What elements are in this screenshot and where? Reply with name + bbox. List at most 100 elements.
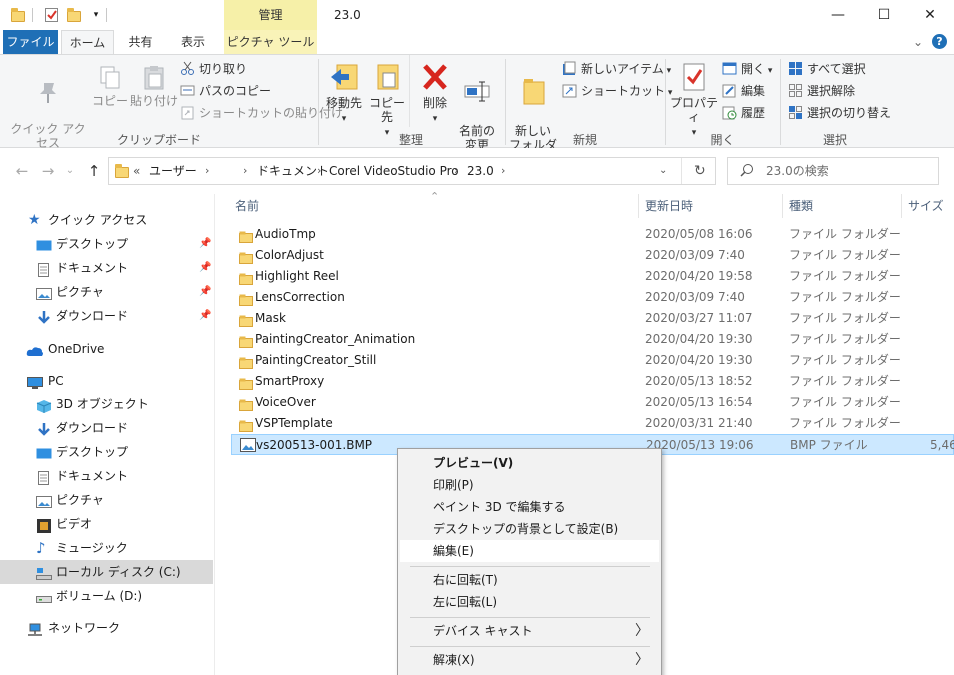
forward-arrow-icon[interactable]: → <box>38 161 58 181</box>
column-header-size[interactable]: サイズ <box>908 194 944 218</box>
nav-pictures[interactable]: ピクチャ <box>0 488 213 512</box>
close-button[interactable]: ✕ <box>907 0 953 30</box>
nav-videos[interactable]: ビデオ <box>0 512 213 536</box>
pin-icon[interactable]: 📌 <box>199 280 211 304</box>
menu-item-edit-paint3d[interactable]: ペイント 3D で編集する <box>400 496 659 518</box>
back-arrow-icon[interactable]: ← <box>12 161 32 181</box>
table-row[interactable]: PaintingCreator_Animation 2020/04/20 19:3… <box>231 329 954 350</box>
chevron-right-icon[interactable]: › <box>454 158 458 184</box>
table-row[interactable]: ColorAdjust 2020/03/09 7:40 ファイル フォルダー <box>231 245 954 266</box>
cloud-icon <box>26 342 43 356</box>
nav-qa-documents[interactable]: ドキュメント 📌 <box>0 256 213 280</box>
new-item-button[interactable]: 新しいアイテム ▾ <box>562 59 671 79</box>
table-row[interactable]: PaintingCreator_Still 2020/04/20 19:30 ファイ… <box>231 350 954 371</box>
shortcut-button[interactable]: ショートカット ▾ <box>562 81 672 101</box>
menu-item-preview[interactable]: プレビュー(V) <box>400 452 659 474</box>
table-row[interactable]: Mask 2020/03/27 11:07 ファイル フォルダー <box>231 308 954 329</box>
table-row[interactable]: Highlight Reel 2020/04/20 19:58 ファイル フォルダー <box>231 266 954 287</box>
recent-locations-icon[interactable]: ⌄ <box>60 161 80 181</box>
chevron-right-icon[interactable]: › <box>243 158 247 184</box>
menu-item-print[interactable]: 印刷(P) <box>400 474 659 496</box>
chevron-down-icon[interactable]: ⌄ <box>659 158 667 184</box>
nav-qa-pictures[interactable]: ピクチャ 📌 <box>0 280 213 304</box>
cut-button[interactable]: 切り取り <box>180 59 247 79</box>
nav-qa-desktop[interactable]: デスクトップ 📌 <box>0 232 213 256</box>
copy-button[interactable]: コピー <box>92 65 128 108</box>
table-row[interactable]: SmartProxy 2020/05/13 18:52 ファイル フォルダー <box>231 371 954 392</box>
nav-desktop[interactable]: デスクトップ <box>0 440 213 464</box>
tab-share[interactable]: 共有 <box>118 30 163 54</box>
breadcrumb-users[interactable]: ユーザー <box>149 158 197 184</box>
properties-button[interactable]: プロパティ ▾ <box>669 61 719 140</box>
breadcrumb-overflow[interactable]: « <box>133 158 140 184</box>
menu-item-rotate-left[interactable]: 左に回転(L) <box>400 591 659 613</box>
properties-check-icon[interactable] <box>44 7 60 23</box>
chevron-right-icon[interactable]: › <box>501 158 505 184</box>
tab-view[interactable]: 表示 <box>168 30 218 54</box>
tab-home[interactable]: ホーム <box>61 30 114 54</box>
menu-item-rotate-right[interactable]: 右に回転(T) <box>400 569 659 591</box>
open-button[interactable]: 開く ▾ <box>722 59 772 79</box>
nav-volume-d[interactable]: ボリューム (D:) <box>0 584 213 608</box>
pin-icon[interactable]: 📌 <box>199 232 211 256</box>
nav-label: ボリューム (D:) <box>56 589 143 603</box>
menu-item-set-desktop-background[interactable]: デスクトップの背景として設定(B) <box>400 518 659 540</box>
pin-icon[interactable]: 📌 <box>199 256 211 280</box>
column-divider[interactable] <box>638 194 639 218</box>
table-row[interactable]: AudioTmp 2020/05/08 16:06 ファイル フォルダー <box>231 224 954 245</box>
tab-picture-tools[interactable]: ピクチャ ツール <box>224 30 317 54</box>
chevron-right-icon[interactable]: › <box>317 158 321 184</box>
submenu-arrow-icon: 〉 <box>635 652 649 668</box>
table-row[interactable]: LensCorrection 2020/03/09 7:40 ファイル フォルダー <box>231 287 954 308</box>
customize-toolbar-icon[interactable]: ▾ <box>88 7 104 23</box>
maximize-button[interactable]: ☐ <box>861 0 907 30</box>
menu-item-edit[interactable]: 編集(E) <box>400 540 659 562</box>
tab-file[interactable]: ファイル <box>3 30 58 54</box>
column-header-date[interactable]: 更新日時 <box>645 194 693 218</box>
help-icon[interactable]: ? <box>932 34 947 49</box>
file-name: Mask <box>255 311 286 325</box>
copy-to-button[interactable]: コピー先 ▾ <box>366 61 408 140</box>
nav-music[interactable]: ♪ ミュージック <box>0 536 213 560</box>
refresh-icon[interactable]: ↻ <box>694 158 706 184</box>
search-input[interactable]: 23.0の検索 <box>727 157 939 185</box>
paste-button[interactable]: 貼り付け <box>130 65 178 108</box>
table-row[interactable]: VoiceOver 2020/05/13 16:54 ファイル フォルダー <box>231 392 954 413</box>
nav-pc[interactable]: PC <box>0 369 213 393</box>
collapse-ribbon-icon[interactable]: ⌄ <box>910 34 926 50</box>
breadcrumb-corel[interactable]: Corel VideoStudio Pro <box>329 158 459 184</box>
table-row[interactable]: VSPTemplate 2020/03/31 21:40 ファイル フォルダー <box>231 413 954 434</box>
menu-item-cast-to-device[interactable]: デバイス キャスト 〉 <box>400 620 659 642</box>
copy-to-icon <box>377 64 399 90</box>
column-header-type[interactable]: 種類 <box>789 194 813 218</box>
nav-local-disk-c[interactable]: ローカル ディスク (C:) <box>0 560 213 584</box>
pin-icon[interactable]: 📌 <box>199 304 211 328</box>
move-to-button[interactable]: 移動先 ▾ <box>322 61 366 126</box>
menu-item-extract[interactable]: 解凍(X) 〉 <box>400 649 659 671</box>
history-button[interactable]: 履歴 <box>722 103 765 123</box>
invert-selection-button[interactable]: 選択の切り替え <box>788 103 891 123</box>
nav-3d-objects[interactable]: 3D オブジェクト <box>0 392 213 416</box>
nav-qa-downloads[interactable]: ダウンロード 📌 <box>0 304 213 328</box>
column-divider[interactable] <box>782 194 783 218</box>
select-all-button[interactable]: すべて選択 <box>788 59 866 79</box>
select-none-button[interactable]: 選択解除 <box>788 81 855 101</box>
column-divider[interactable] <box>901 194 902 218</box>
address-bar[interactable]: « ユーザー › › ドキュメント › Corel VideoStudio Pr… <box>108 157 716 185</box>
new-folder-icon[interactable] <box>66 7 82 23</box>
column-header-name[interactable]: 名前 <box>235 194 259 218</box>
edit-button[interactable]: 編集 <box>722 81 765 101</box>
minimize-button[interactable]: — <box>815 0 861 30</box>
chevron-right-icon[interactable]: › <box>205 158 209 184</box>
nav-network[interactable]: ネットワーク <box>0 616 213 640</box>
nav-quick-access[interactable]: ★ クイック アクセス <box>0 208 213 232</box>
nav-documents[interactable]: ドキュメント <box>0 464 213 488</box>
breadcrumb-current[interactable]: 23.0 <box>467 158 494 184</box>
menu-separator <box>410 617 650 618</box>
up-arrow-icon[interactable]: ↑ <box>84 161 104 181</box>
delete-button[interactable]: 削除 ▾ <box>416 61 454 126</box>
nav-downloads[interactable]: ダウンロード <box>0 416 213 440</box>
nav-onedrive[interactable]: OneDrive <box>0 337 213 361</box>
copy-path-button[interactable]: パスのコピー <box>180 81 271 101</box>
manage-tab[interactable]: 管理 <box>224 0 317 30</box>
